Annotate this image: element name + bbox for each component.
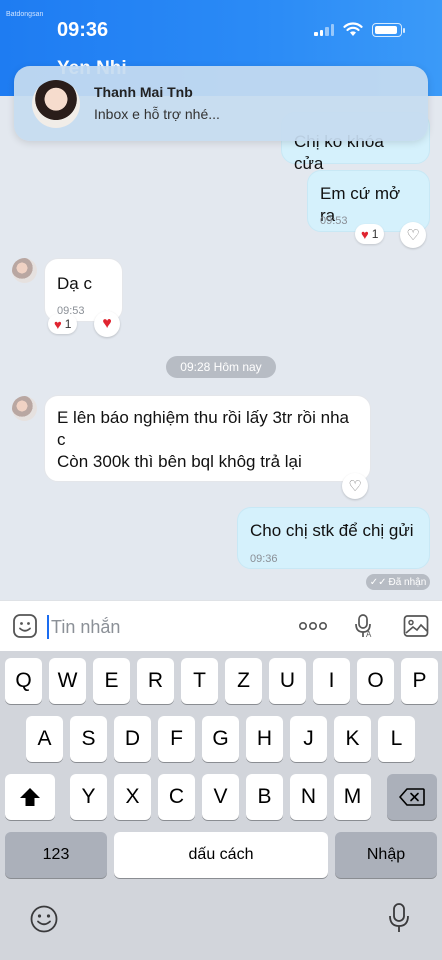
contact-avatar[interactable] [12, 396, 37, 421]
react-heart-button[interactable]: ♥ [94, 311, 120, 337]
key-l[interactable]: L [378, 716, 415, 762]
message-text-line: c [57, 430, 66, 449]
key-t[interactable]: T [181, 658, 218, 704]
key-h[interactable]: H [246, 716, 283, 762]
key-p[interactable]: P [401, 658, 438, 704]
message-time: 09:53 [320, 215, 348, 227]
react-heart-button[interactable]: ♡ [342, 473, 368, 499]
reaction-count: 1 [371, 227, 379, 241]
message-bubble-outgoing[interactable]: Cho chị stk để chị gửi 09:36 [237, 507, 430, 569]
notification-banner[interactable]: Thanh Mai Tnb Inbox e hỗ trợ nhé... [14, 66, 428, 141]
double-check-icon: ✓✓ [369, 576, 387, 588]
key-i[interactable]: I [313, 658, 350, 704]
key-m[interactable]: M [334, 774, 371, 820]
notification-sender: Thanh Mai Tnb [94, 84, 193, 100]
seen-status-badge: ✓✓ Đã nhận [366, 574, 430, 590]
key-x[interactable]: X [114, 774, 151, 820]
battery-icon [372, 23, 405, 37]
emoji-keyboard-icon[interactable] [29, 904, 59, 934]
key-s[interactable]: S [70, 716, 107, 762]
text-cursor [47, 615, 49, 639]
signal-icon [314, 24, 334, 36]
key-c[interactable]: C [158, 774, 195, 820]
message-input[interactable] [51, 614, 281, 640]
keyboard: Q W E R T Z U I O P A S D F G H J K L Y … [0, 651, 442, 960]
notification-preview: Inbox e hỗ trợ nhé... [94, 106, 220, 122]
key-z[interactable]: Z [225, 658, 262, 704]
key-q[interactable]: Q [5, 658, 42, 704]
heart-icon: ♥ [361, 226, 369, 242]
sender-avatar [32, 80, 80, 128]
heart-icon: ♥ [102, 315, 112, 332]
reaction-summary[interactable]: ♥ 1 [355, 224, 385, 244]
message-text-line: Còn 300k thì bên bql khôg trả lại [57, 452, 302, 471]
key-b[interactable]: B [246, 774, 283, 820]
message-text: Cho chị stk để chị gửi [250, 521, 414, 540]
backspace-icon [399, 788, 425, 806]
react-heart-button[interactable]: ♡ [400, 222, 426, 248]
voice-message-icon[interactable]: A [350, 612, 378, 640]
key-g[interactable]: G [202, 716, 239, 762]
reaction-count: 1 [64, 317, 72, 331]
key-o[interactable]: O [357, 658, 394, 704]
message-time: 09:36 [250, 553, 278, 565]
key-d[interactable]: D [114, 716, 151, 762]
key-u[interactable]: U [269, 658, 306, 704]
message-bubble-incoming[interactable]: E lên báo nghiệm thu rồi lấy 3tr rồi nha… [44, 395, 371, 482]
image-gallery-icon[interactable] [402, 612, 430, 640]
sticker-icon[interactable] [11, 612, 39, 640]
contact-avatar[interactable] [12, 258, 37, 283]
backspace-key[interactable] [387, 774, 437, 820]
key-e[interactable]: E [93, 658, 130, 704]
wifi-icon [343, 22, 363, 36]
message-text-line: E lên báo nghiệm thu rồi lấy 3tr rồi nha [57, 408, 350, 427]
message-input-bar: A [0, 600, 442, 651]
key-k[interactable]: K [334, 716, 371, 762]
key-y[interactable]: Y [70, 774, 107, 820]
key-v[interactable]: V [202, 774, 239, 820]
seen-label: Đã nhận [388, 576, 427, 588]
message-text: Dạ c [57, 274, 92, 293]
key-a[interactable]: A [26, 716, 63, 762]
date-divider: 09:28 Hôm nay [166, 356, 276, 378]
shift-key[interactable] [5, 774, 55, 820]
heart-icon: ♥ [54, 316, 62, 332]
shift-icon [20, 788, 40, 806]
dictation-mic-icon[interactable] [387, 902, 411, 934]
numbers-key[interactable]: 123 [5, 832, 107, 878]
key-w[interactable]: W [49, 658, 86, 704]
key-j[interactable]: J [290, 716, 327, 762]
space-key[interactable]: dấu cách [114, 832, 328, 878]
key-r[interactable]: R [137, 658, 174, 704]
svg-text:A: A [366, 630, 372, 639]
key-n[interactable]: N [290, 774, 327, 820]
key-f[interactable]: F [158, 716, 195, 762]
more-options-icon[interactable] [298, 612, 328, 640]
reaction-summary[interactable]: ♥ 1 [48, 314, 78, 334]
brand-watermark: Batdongsan [6, 11, 44, 18]
return-key[interactable]: Nhập [335, 832, 437, 878]
status-time: 09:36 [57, 19, 109, 41]
